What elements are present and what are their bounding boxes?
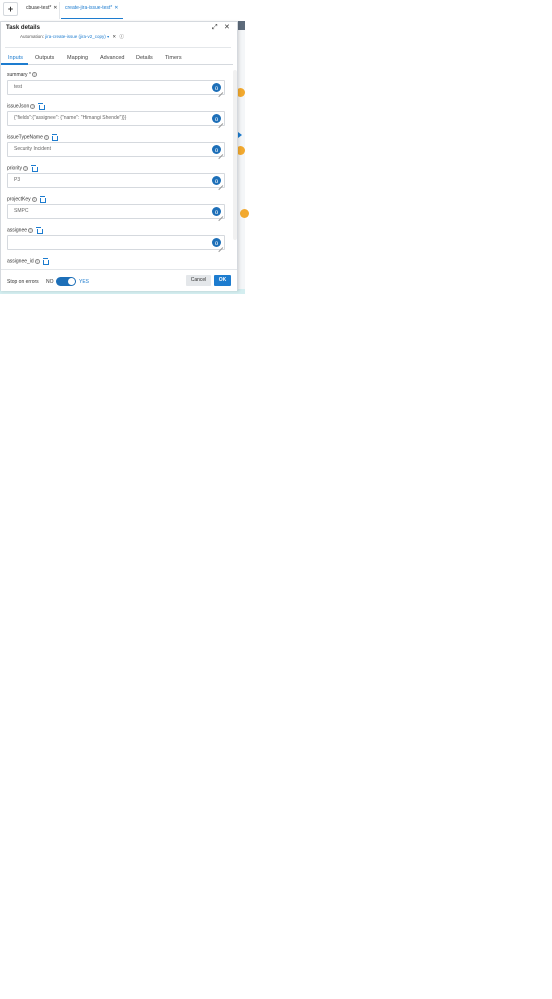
tab-details[interactable]: Details bbox=[136, 53, 153, 63]
assignee-input[interactable] bbox=[7, 235, 225, 250]
canvas-toolbar bbox=[238, 21, 245, 30]
resize-handle-icon[interactable] bbox=[218, 243, 223, 248]
trash-icon[interactable] bbox=[51, 134, 59, 141]
tab-inputs[interactable]: Inputs bbox=[8, 53, 23, 63]
cancel-button[interactable]: Cancel bbox=[186, 275, 211, 286]
tab-label: create-jira-issue-test* bbox=[65, 5, 113, 11]
help-icon[interactable]: ? bbox=[31, 72, 37, 78]
ok-button[interactable]: OK bbox=[214, 275, 231, 286]
trash-icon[interactable] bbox=[39, 196, 47, 203]
automation-select[interactable]: jira-create-issue (jira-v2_copy) ▾ bbox=[45, 34, 109, 39]
info-icon[interactable]: ⓘ bbox=[119, 34, 124, 39]
toggle-knob bbox=[68, 278, 75, 285]
tab-outputs[interactable]: Outputs bbox=[35, 53, 54, 63]
toggle-no-label: NO bbox=[46, 279, 54, 285]
automation-value: jira-create-issue (jira-v2_copy) bbox=[45, 34, 106, 39]
field-label-text: summary * bbox=[7, 72, 31, 78]
editor-tab-bar: + cbuae-test* ✕ create-jira-issue-test* ✕ bbox=[0, 0, 245, 21]
field-label-text: projectKey bbox=[7, 196, 31, 203]
field-label-issuetypename: issueTypeName? bbox=[7, 134, 59, 141]
add-tab-button[interactable]: + bbox=[3, 2, 18, 16]
stop-on-errors-label: Stop on errors bbox=[7, 279, 39, 285]
trash-icon[interactable] bbox=[31, 165, 38, 172]
toggle-yes-label: YES bbox=[79, 279, 90, 285]
canvas-node[interactable] bbox=[240, 209, 249, 218]
field-label-priority: priority? bbox=[7, 165, 38, 172]
field-label-text: issueJson bbox=[7, 103, 30, 110]
trash-icon[interactable] bbox=[38, 103, 45, 110]
issuejson-input[interactable]: {"fields":{"assignee": {"name": "Himangi… bbox=[7, 111, 225, 126]
close-icon[interactable]: ✕ bbox=[224, 24, 232, 32]
help-icon[interactable]: ? bbox=[31, 196, 37, 202]
dialog-footer: Stop on errors NO YES Cancel OK bbox=[1, 269, 237, 291]
field-label-assignee-id: assignee_id? bbox=[7, 258, 50, 265]
field-label-text: priority bbox=[7, 165, 23, 172]
help-icon[interactable]: ? bbox=[30, 103, 36, 109]
clear-automation-icon[interactable]: ✕ bbox=[112, 34, 116, 39]
field-label-projectkey: projectKey? bbox=[7, 196, 47, 203]
trash-icon[interactable] bbox=[42, 258, 50, 265]
help-icon[interactable]: ? bbox=[23, 165, 29, 171]
field-label-issuejson: issueJson? bbox=[7, 103, 45, 110]
tab-cbuae-test[interactable]: cbuae-test* ✕ bbox=[22, 2, 60, 19]
summary-input[interactable]: test bbox=[7, 80, 225, 95]
resize-handle-icon[interactable] bbox=[218, 88, 223, 93]
active-tab-indicator bbox=[1, 63, 28, 65]
scrollbar[interactable] bbox=[233, 70, 237, 240]
issuetypename-input[interactable]: Security Incident bbox=[7, 142, 225, 157]
priority-input[interactable]: P3 bbox=[7, 173, 225, 188]
tab-label: cbuae-test* bbox=[26, 5, 52, 11]
automation-row: Automation: jira-create-issue (jira-v2_c… bbox=[20, 34, 124, 40]
chevron-down-icon: ▾ bbox=[107, 34, 110, 39]
resize-handle-icon[interactable] bbox=[218, 119, 223, 124]
resize-handle-icon[interactable] bbox=[218, 150, 223, 155]
help-icon[interactable]: ? bbox=[43, 134, 49, 140]
field-label-text: assignee bbox=[7, 227, 28, 234]
tab-create-jira-issue-test[interactable]: create-jira-issue-test* ✕ bbox=[61, 2, 123, 19]
field-label-assignee: assignee? bbox=[7, 227, 43, 234]
stop-on-errors-toggle[interactable] bbox=[56, 277, 76, 286]
projectkey-input[interactable]: SMPC bbox=[7, 204, 225, 219]
field-label-text: issueTypeName bbox=[7, 134, 43, 141]
dialog-title: Task details bbox=[6, 25, 40, 31]
divider bbox=[5, 47, 231, 48]
canvas-connector-arrow bbox=[238, 132, 242, 138]
field-label-summary: summary *? bbox=[7, 72, 37, 78]
expand-icon[interactable]: ⤢ bbox=[212, 24, 220, 32]
tab-mapping[interactable]: Mapping bbox=[67, 53, 88, 63]
dialog-tabs: Inputs Outputs Mapping Advanced Details … bbox=[1, 51, 233, 65]
field-label-text: assignee_id bbox=[7, 258, 34, 265]
resize-handle-icon[interactable] bbox=[218, 181, 223, 186]
close-tab-icon[interactable]: ✕ bbox=[53, 5, 57, 11]
inputs-form: summary *? test {} issueJson? {"fields":… bbox=[1, 68, 233, 265]
resize-handle-icon[interactable] bbox=[218, 212, 223, 217]
tab-advanced[interactable]: Advanced bbox=[100, 53, 124, 63]
automation-label: Automation: bbox=[20, 34, 45, 39]
help-icon[interactable]: ? bbox=[28, 227, 34, 233]
tab-timers[interactable]: Timers bbox=[165, 53, 182, 63]
task-details-dialog: Task details ⤢ ✕ Automation: jira-create… bbox=[0, 21, 238, 291]
help-icon[interactable]: ? bbox=[34, 258, 40, 264]
trash-icon[interactable] bbox=[36, 227, 43, 234]
close-tab-icon[interactable]: ✕ bbox=[114, 5, 118, 11]
